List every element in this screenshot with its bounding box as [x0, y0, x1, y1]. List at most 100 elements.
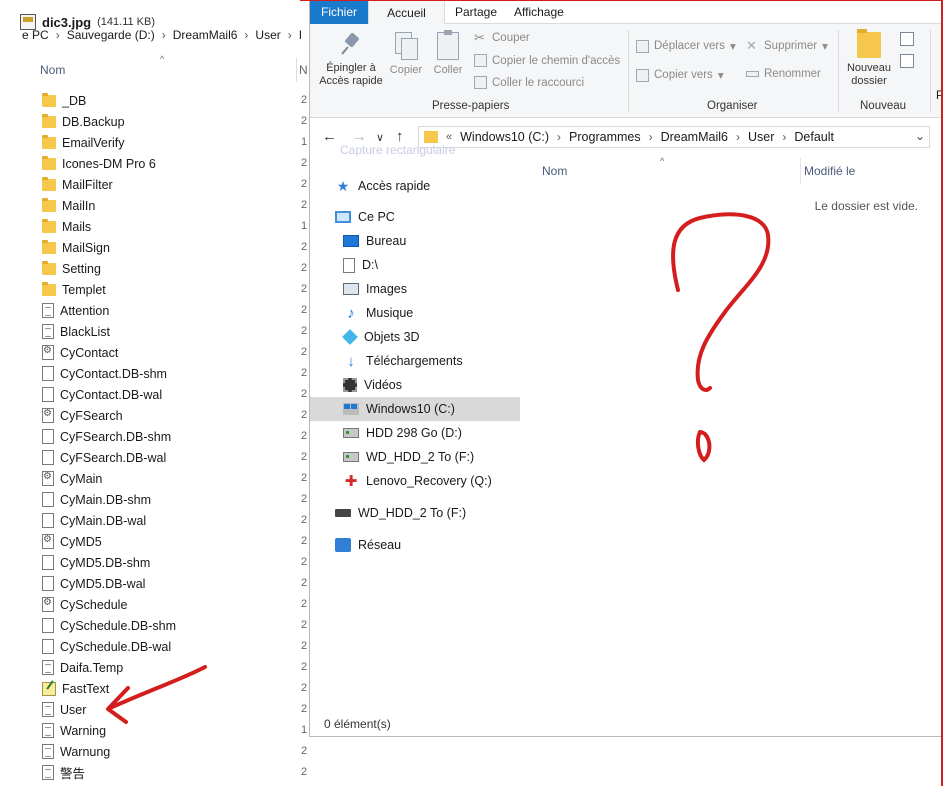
list-item[interactable]: Mails [42, 216, 176, 237]
list-item[interactable]: CyContact.DB-shm [42, 363, 176, 384]
new-folder-button[interactable]: Nouveau dossier [842, 29, 896, 88]
file-list-pane: ^ Nom Modifié le Le dossier est vide. [524, 156, 943, 706]
list-item[interactable]: EmailVerify [42, 132, 176, 153]
rename-button[interactable]: Renommer [746, 68, 821, 80]
breadcrumb-item[interactable]: I [297, 28, 304, 42]
address-crumb[interactable]: Default [794, 130, 842, 144]
list-item[interactable]: Icones-DM Pro 6 [42, 153, 176, 174]
back-arrow-icon[interactable]: ← [322, 128, 337, 145]
list-item[interactable]: CyFSearch.DB-shm [42, 426, 176, 447]
tab-partage[interactable]: Partage [445, 0, 505, 24]
easy-access-icon[interactable] [900, 54, 914, 68]
cut-button[interactable]: ✂ Couper [474, 31, 530, 44]
nav-item[interactable]: Vidéos [310, 373, 520, 397]
list-item[interactable]: CySchedule.DB-shm [42, 615, 176, 636]
list-item[interactable]: FastText [42, 678, 176, 699]
list-item[interactable]: CySchedule [42, 594, 176, 615]
address-crumb[interactable]: Programmes [569, 130, 649, 144]
chevron-down-icon: ▾ [717, 70, 724, 82]
address-separator-icon[interactable]: › [736, 130, 748, 144]
list-item-name: CyMD5.DB-wal [60, 576, 146, 591]
nav-item[interactable]: D:\ [310, 253, 520, 277]
list-item[interactable]: Warnung [42, 741, 176, 762]
column-divider[interactable] [296, 58, 297, 82]
nav-item[interactable]: Images [310, 277, 520, 301]
copy-path-button[interactable]: Copier le chemin d'accès [474, 54, 620, 67]
list-item[interactable]: Warning [42, 720, 176, 741]
list-item[interactable]: MailIn [42, 195, 176, 216]
address-dropdown-icon[interactable]: ⌄ [915, 129, 925, 143]
list-item-name: Templet [62, 282, 106, 297]
nav-item[interactable]: Réseau [310, 533, 520, 557]
list-item[interactable]: CyMD5 [42, 531, 176, 552]
settings-file-icon [42, 471, 54, 486]
address-separator-icon[interactable]: › [782, 130, 794, 144]
nav-item[interactable]: ♪ Musique [310, 301, 520, 325]
list-item[interactable]: DB.Backup [42, 111, 176, 132]
tab-affichage[interactable]: Affichage [504, 0, 574, 24]
move-to-button[interactable]: Déplacer vers ▾ [636, 39, 736, 53]
address-prefix[interactable]: « [444, 131, 460, 143]
list-item-column-value: 2 [301, 451, 308, 463]
list-item[interactable]: _DB [42, 90, 176, 111]
column-header-name[interactable]: Nom [542, 164, 567, 178]
list-item[interactable]: CyMD5.DB-shm [42, 552, 176, 573]
list-item[interactable]: BlackList [42, 321, 176, 342]
nav-item[interactable]: Objets 3D [310, 325, 520, 349]
address-separator-icon[interactable]: › [557, 130, 569, 144]
paste-shortcut-button[interactable]: Coller le raccourci [474, 76, 584, 89]
copy-button[interactable]: Copier [386, 32, 426, 77]
back-column-name[interactable]: Nom [40, 63, 65, 77]
nav-item[interactable]: WD_HDD_2 To (F:) [310, 445, 520, 469]
nav-item[interactable]: ✚ Lenovo_Recovery (Q:) [310, 469, 520, 493]
list-item[interactable]: Daifa.Temp [42, 657, 176, 678]
address-crumb[interactable]: User [748, 130, 782, 144]
list-item[interactable]: CySchedule.DB-wal [42, 636, 176, 657]
nav-item[interactable]: Windows10 (C:) [310, 397, 520, 421]
list-item[interactable]: CyContact [42, 342, 176, 363]
list-item-name: Mails [62, 219, 92, 234]
nav-item[interactable]: ↓ Téléchargements [310, 349, 520, 373]
list-item[interactable]: Templet [42, 279, 176, 300]
address-crumb[interactable]: DreamMail6 [661, 130, 736, 144]
paste-button[interactable]: Coller [428, 30, 468, 77]
breadcrumb-item[interactable]: e PC [20, 28, 51, 42]
list-item[interactable]: MailSign [42, 237, 176, 258]
list-item[interactable]: 警告 [42, 762, 176, 783]
nav-item[interactable]: WD_HDD_2 To (F:) [310, 501, 520, 525]
nav-item[interactable]: Bureau [310, 229, 520, 253]
address-crumb[interactable]: Windows10 (C:) [460, 130, 557, 144]
nav-item[interactable]: ★ Accès rapide [310, 174, 520, 198]
list-item[interactable]: CyFSearch [42, 405, 176, 426]
back-column-next[interactable]: N [299, 63, 308, 77]
nav-item[interactable]: Ce PC [310, 205, 520, 229]
list-item[interactable]: CyMD5.DB-wal [42, 573, 176, 594]
list-item[interactable]: Setting [42, 258, 176, 279]
tab-accueil[interactable]: Accueil [368, 0, 445, 25]
blank-file-icon [42, 366, 54, 381]
list-item[interactable]: Attention [42, 300, 176, 321]
list-item-column-value: 2 [301, 682, 308, 694]
column-divider[interactable] [800, 158, 801, 184]
delete-button[interactable]: ✕ Supprimer ▾ [746, 39, 828, 53]
breadcrumb-item[interactable]: DreamMail6 [171, 28, 240, 42]
list-item-column-value: 2 [301, 514, 308, 526]
breadcrumb-item[interactable]: Sauvegarde (D:) [65, 28, 157, 42]
copy-to-button[interactable]: Copier vers ▾ [636, 68, 724, 82]
address-bar[interactable]: « Windows10 (C:) › Programmes › DreamMail6 › U… [418, 126, 930, 148]
list-item[interactable]: User [42, 699, 176, 720]
list-item[interactable]: CyFSearch.DB-wal [42, 447, 176, 468]
list-item[interactable]: CyMain.DB-shm [42, 489, 176, 510]
new-item-icon[interactable] [900, 32, 914, 46]
nav-item[interactable]: HDD 298 Go (D:) [310, 421, 520, 445]
list-item[interactable]: CyMain [42, 468, 176, 489]
breadcrumb-item[interactable]: User [253, 28, 282, 42]
list-item[interactable]: CyContact.DB-wal [42, 384, 176, 405]
column-header-modified[interactable]: Modifié le [804, 164, 855, 178]
tab-fichier[interactable]: Fichier [310, 0, 368, 24]
paste-label: Coller [433, 64, 463, 76]
address-separator-icon[interactable]: › [649, 130, 661, 144]
list-item[interactable]: MailFilter [42, 174, 176, 195]
list-item[interactable]: CyMain.DB-wal [42, 510, 176, 531]
pin-quick-access-button[interactable]: Épingler à Accès rapide [318, 32, 384, 88]
